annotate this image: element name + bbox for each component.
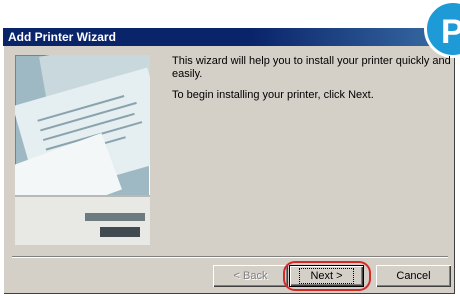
printer-control-panel	[100, 227, 140, 237]
cancel-button-label: Cancel	[396, 270, 431, 282]
corner-badge-letter: P	[441, 13, 460, 52]
wizard-intro-text: This wizard will help you to install you…	[172, 55, 451, 80]
next-button-label: Next >	[299, 268, 354, 284]
cancel-button[interactable]: Cancel	[376, 265, 451, 287]
title-bar[interactable]: Add Printer Wizard	[3, 28, 455, 46]
back-button[interactable]: < Back	[213, 265, 288, 287]
window-title: Add Printer Wizard	[8, 30, 116, 44]
next-button[interactable]: Next >	[289, 265, 364, 287]
button-separator	[12, 256, 448, 258]
printer-illustration	[15, 55, 150, 245]
printer-slot	[85, 213, 145, 221]
back-button-label: < Back	[233, 270, 268, 282]
wizard-instruction-text: To begin installing your printer, click …	[172, 89, 374, 101]
